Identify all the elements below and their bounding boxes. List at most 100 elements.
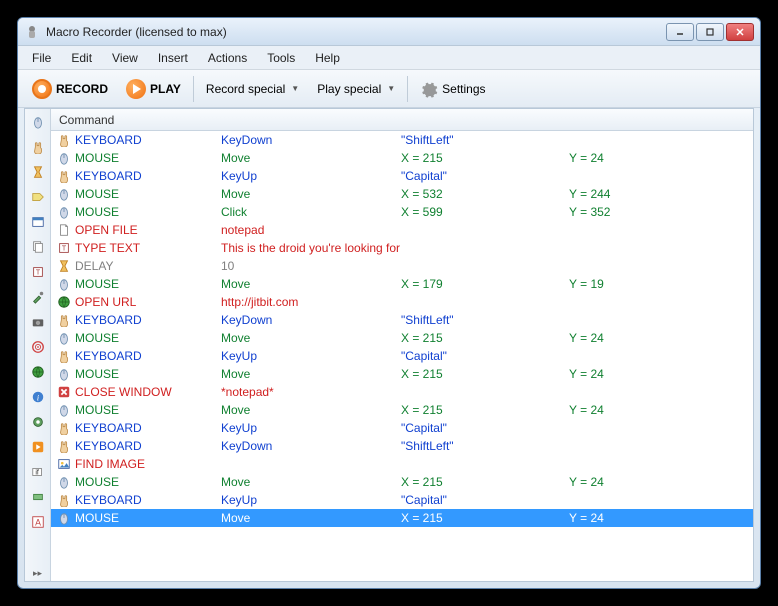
sidebar-gear-icon[interactable]: [29, 413, 47, 431]
expand-icon[interactable]: ▸▸: [33, 568, 42, 579]
param1-cell: notepad: [221, 223, 401, 237]
table-row[interactable]: MOUSEMoveX = 532Y = 244: [51, 185, 753, 203]
sidebar-letter-icon[interactable]: A: [29, 513, 47, 531]
menu-tools[interactable]: Tools: [257, 48, 305, 68]
menubar: File Edit View Insert Actions Tools Help: [18, 46, 760, 70]
param1-cell: *notepad*: [221, 385, 401, 399]
play-special-button[interactable]: Play special ▼: [309, 74, 403, 104]
record-button[interactable]: RECORD: [24, 74, 116, 104]
sidebar-window-icon[interactable]: [29, 213, 47, 231]
chevron-down-icon: ▼: [291, 84, 299, 93]
table-row[interactable]: CLOSE WINDOW*notepad*: [51, 383, 753, 401]
table-row[interactable]: MOUSEMoveX = 215Y = 24: [51, 509, 753, 527]
param3-cell: Y = 24: [569, 511, 709, 525]
menu-edit[interactable]: Edit: [61, 48, 102, 68]
play-button[interactable]: PLAY: [118, 74, 189, 104]
mouse-icon: [55, 151, 73, 165]
window-title: Macro Recorder (licensed to max): [46, 25, 666, 39]
table-row[interactable]: KEYBOARDKeyDown"ShiftLeft": [51, 437, 753, 455]
param1-cell: Move: [221, 511, 401, 525]
record-special-button[interactable]: Record special ▼: [198, 74, 307, 104]
param2-cell: "Capital": [401, 349, 569, 363]
menu-actions[interactable]: Actions: [198, 48, 257, 68]
param3-cell: Y = 352: [569, 205, 709, 219]
app-icon: [24, 24, 40, 40]
table-row[interactable]: KEYBOARDKeyDown"ShiftLeft": [51, 311, 753, 329]
cmd-cell: KEYBOARD: [73, 313, 221, 327]
minimize-button[interactable]: [666, 23, 694, 41]
sidebar-globe-icon[interactable]: [29, 363, 47, 381]
table-row[interactable]: MOUSEMoveX = 215Y = 24: [51, 329, 753, 347]
file-icon: [55, 223, 73, 237]
maximize-button[interactable]: [696, 23, 724, 41]
table-row[interactable]: MOUSEClickX = 599Y = 352: [51, 203, 753, 221]
param1-cell: KeyUp: [221, 169, 401, 183]
sidebar-copy-icon[interactable]: [29, 238, 47, 256]
param2-cell: "Capital": [401, 169, 569, 183]
param3-cell: Y = 24: [569, 475, 709, 489]
settings-button[interactable]: Settings: [412, 74, 493, 104]
image-icon: [55, 457, 73, 471]
table-row[interactable]: FIND IMAGE: [51, 455, 753, 473]
menu-view[interactable]: View: [102, 48, 148, 68]
param1-cell: Click: [221, 205, 401, 219]
param1-cell: Move: [221, 475, 401, 489]
cmd-cell: MOUSE: [73, 511, 221, 525]
hand-icon: [55, 313, 73, 327]
close-button[interactable]: [726, 23, 754, 41]
sidebar-hand-icon[interactable]: [29, 138, 47, 156]
cmd-cell: TYPE TEXT: [73, 241, 221, 255]
sidebar-timer-icon[interactable]: [29, 163, 47, 181]
sidebar-camera-icon[interactable]: [29, 313, 47, 331]
cmd-cell: KEYBOARD: [73, 421, 221, 435]
param2-cell: X = 215: [401, 511, 569, 525]
param2-cell: X = 179: [401, 277, 569, 291]
table-row[interactable]: MOUSEMoveX = 179Y = 19: [51, 275, 753, 293]
hand-icon: [55, 169, 73, 183]
cmd-cell: DELAY: [73, 259, 221, 273]
cmd-cell: MOUSE: [73, 205, 221, 219]
table-row[interactable]: DELAY10: [51, 257, 753, 275]
cmd-cell: MOUSE: [73, 187, 221, 201]
mouse-icon: [55, 475, 73, 489]
table-row[interactable]: T TYPE TEXTThis is the droid you're looki…: [51, 239, 753, 257]
grid-header[interactable]: Command: [51, 109, 753, 131]
table-row[interactable]: KEYBOARDKeyUp"Capital": [51, 491, 753, 509]
sidebar-target-icon[interactable]: [29, 338, 47, 356]
table-row[interactable]: MOUSEMoveX = 215Y = 24: [51, 149, 753, 167]
svg-text:T: T: [62, 246, 67, 253]
sidebar-if-icon[interactable]: if: [29, 463, 47, 481]
param2-cell: X = 215: [401, 403, 569, 417]
param1-cell: Move: [221, 367, 401, 381]
table-row[interactable]: KEYBOARDKeyUp"Capital": [51, 167, 753, 185]
mouse-icon: [55, 277, 73, 291]
table-row[interactable]: KEYBOARDKeyUp"Capital": [51, 347, 753, 365]
table-row[interactable]: MOUSEMoveX = 215Y = 24: [51, 365, 753, 383]
grid-body[interactable]: KEYBOARDKeyDown"ShiftLeft"MOUSEMoveX = 2…: [51, 131, 753, 581]
cmd-cell: KEYBOARD: [73, 493, 221, 507]
svg-text:if: if: [35, 470, 39, 477]
sidebar-play-icon[interactable]: [29, 438, 47, 456]
param1-cell: http://jitbit.com: [221, 295, 401, 309]
mouse-icon: [55, 331, 73, 345]
sidebar-picker-icon[interactable]: [29, 288, 47, 306]
sidebar-mouse-icon[interactable]: [29, 113, 47, 131]
sidebar-shape-icon[interactable]: [29, 488, 47, 506]
table-row[interactable]: MOUSEMoveX = 215Y = 24: [51, 401, 753, 419]
record-icon: [32, 79, 52, 99]
sidebar-text-icon[interactable]: T: [29, 263, 47, 281]
menu-help[interactable]: Help: [305, 48, 350, 68]
table-row[interactable]: MOUSEMoveX = 215Y = 24: [51, 473, 753, 491]
sidebar-info-icon[interactable]: i: [29, 388, 47, 406]
table-row[interactable]: KEYBOARDKeyDown"ShiftLeft": [51, 131, 753, 149]
table-row[interactable]: OPEN FILEnotepad: [51, 221, 753, 239]
table-row[interactable]: OPEN URLhttp://jitbit.com: [51, 293, 753, 311]
param1-cell: KeyUp: [221, 421, 401, 435]
menu-file[interactable]: File: [22, 48, 61, 68]
param1-cell: This is the droid you're looking for!: [221, 241, 401, 255]
table-row[interactable]: KEYBOARDKeyUp"Capital": [51, 419, 753, 437]
sidebar-label-icon[interactable]: [29, 188, 47, 206]
param3-cell: Y = 24: [569, 331, 709, 345]
menu-insert[interactable]: Insert: [148, 48, 198, 68]
cmd-cell: OPEN URL: [73, 295, 221, 309]
